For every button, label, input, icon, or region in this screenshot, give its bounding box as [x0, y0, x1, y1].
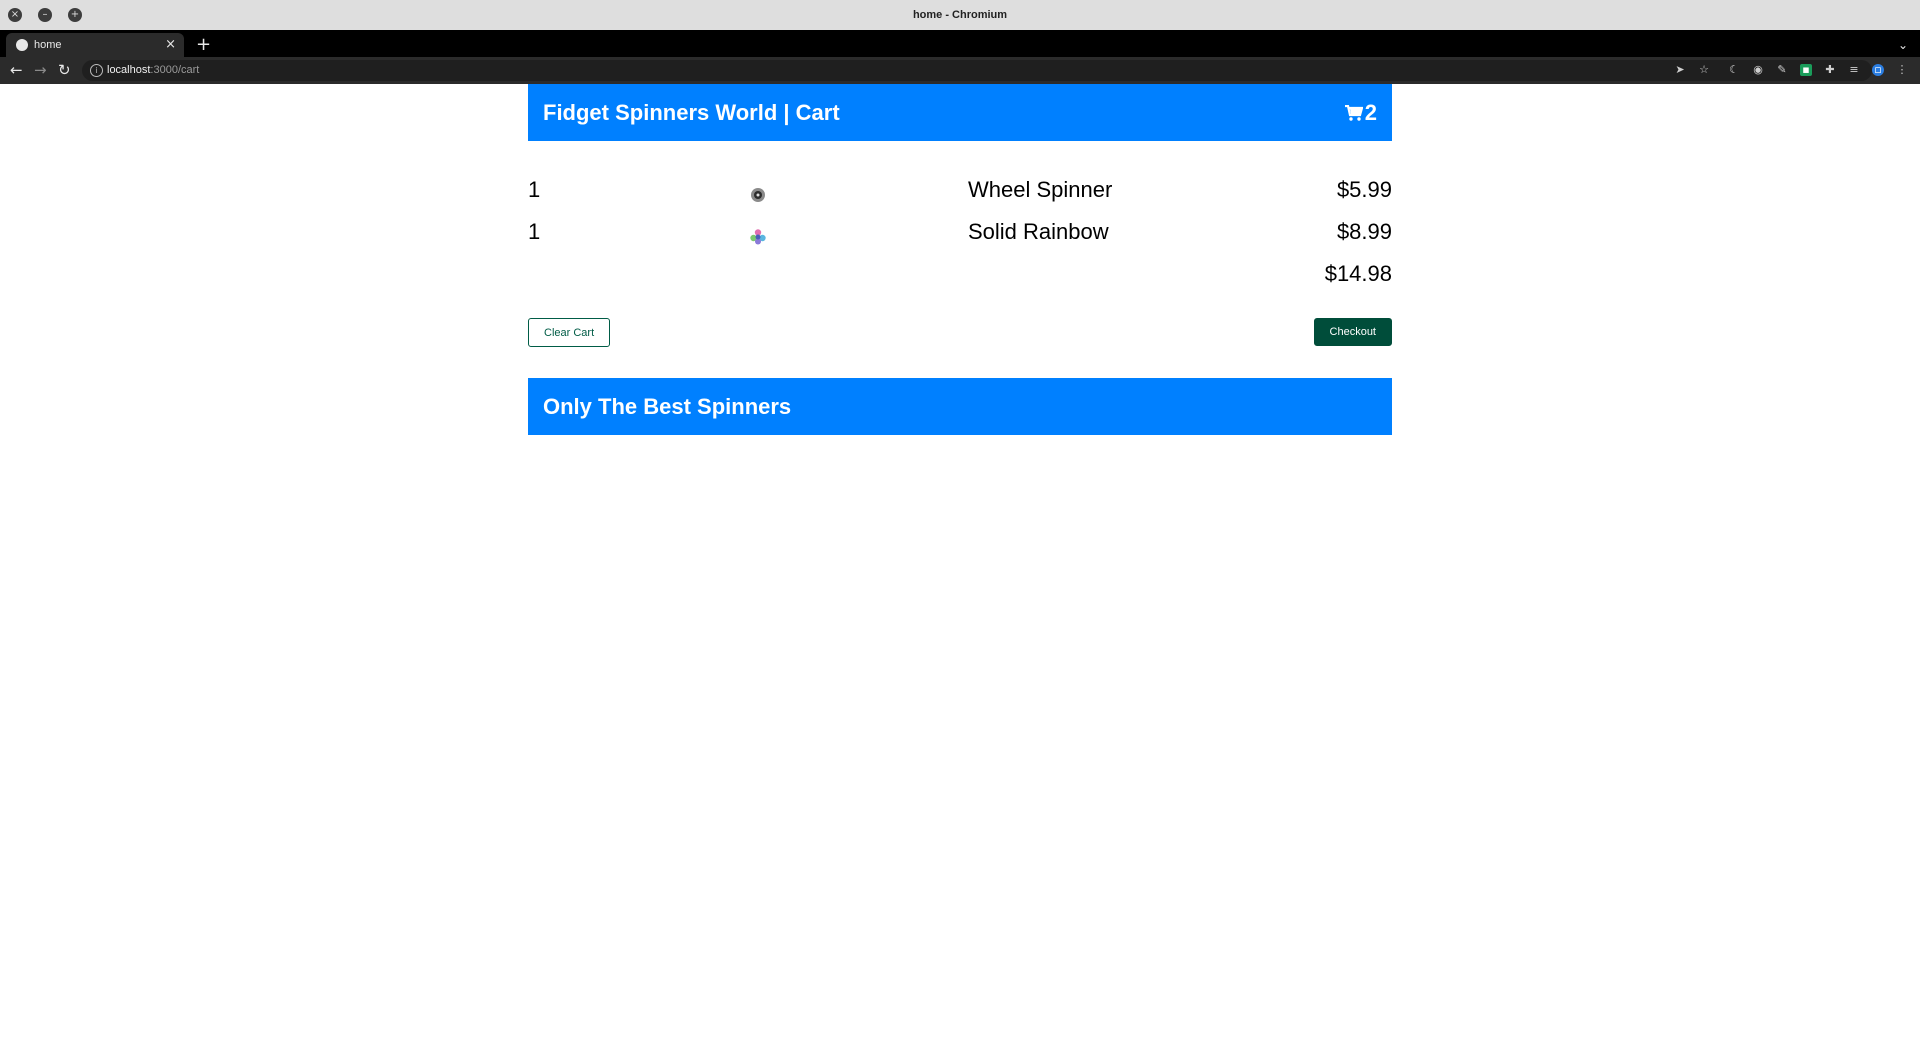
- item-price: $5.99: [1336, 177, 1392, 202]
- cart-icon: [1344, 104, 1363, 121]
- url-host: localhost: [107, 64, 151, 76]
- item-name: Wheel Spinner: [968, 177, 1113, 202]
- profile-avatar-icon[interactable]: ▫: [1872, 64, 1884, 76]
- cart-indicator[interactable]: 2: [1344, 84, 1377, 141]
- clear-cart-button[interactable]: Clear Cart: [528, 318, 611, 347]
- url-path: :3000/cart: [150, 64, 200, 76]
- url-text[interactable]: localhost:3000/cart: [107, 60, 199, 81]
- cart-total-row: $14.98: [528, 253, 1392, 295]
- cart-actions: Clear Cart Checkout: [528, 318, 1392, 348]
- page-title: Fidget Spinners World | Cart: [543, 100, 840, 125]
- extension-circle-icon[interactable]: ◉: [1752, 64, 1764, 76]
- address-bar[interactable]: i localhost:3000/cart: [82, 60, 1872, 81]
- site-info-icon[interactable]: i: [90, 64, 103, 77]
- item-name: Solid Rainbow: [968, 219, 1109, 244]
- wheel-spinner-image: [751, 188, 765, 202]
- footer-title: Only The Best Spinners: [543, 394, 792, 419]
- window-titlebar: × – + home - Chromium: [0, 0, 1920, 30]
- item-quantity: 1: [528, 219, 541, 244]
- rainbow-spinner-image: [750, 229, 766, 245]
- cart-item-row: 1 Wheel Spinner $5.99: [528, 169, 1392, 211]
- forward-button[interactable]: →: [34, 57, 47, 84]
- cart-count: 2: [1364, 100, 1377, 125]
- tab-home[interactable]: home ×: [6, 33, 184, 57]
- checkout-button[interactable]: Checkout: [1313, 318, 1392, 346]
- bookmark-star-icon[interactable]: ☆: [1698, 64, 1710, 76]
- send-tab-icon[interactable]: ➤: [1674, 64, 1686, 76]
- extension-moon-icon[interactable]: ☾: [1728, 64, 1740, 76]
- cart-item-row: 1 Solid Rainbow $8.99: [528, 211, 1392, 253]
- tab-strip: home × + ⌄: [0, 30, 1920, 57]
- reading-list-icon[interactable]: ≡: [1848, 64, 1860, 76]
- footer-banner: Only The Best Spinners: [528, 378, 1392, 435]
- item-price: $8.99: [1336, 219, 1392, 244]
- globe-icon: [16, 39, 28, 51]
- cart-total: $14.98: [1324, 261, 1392, 286]
- extensions-puzzle-icon[interactable]: ✚: [1824, 64, 1836, 76]
- browser-menu-icon[interactable]: ⋮: [1896, 64, 1908, 76]
- cart-items-list: 1 Wheel Spinner $5.99 1 Solid Rainbow $8…: [528, 169, 1392, 295]
- tab-close-icon[interactable]: ×: [165, 33, 176, 57]
- tab-title: home: [34, 39, 62, 51]
- extension-pen-icon[interactable]: ✎: [1776, 64, 1788, 76]
- window-title: home - Chromium: [912, 9, 1008, 21]
- extension-green-icon[interactable]: ▪: [1800, 64, 1812, 76]
- tab-search-chevron-icon[interactable]: ⌄: [1898, 33, 1908, 57]
- new-tab-button[interactable]: +: [196, 33, 211, 57]
- browser-toolbar: ← → ↻ i localhost:3000/cart: [0, 57, 1920, 84]
- reload-button[interactable]: ↻: [58, 57, 71, 84]
- page-container: Fidget Spinners World | Cart 2 1 Wheel S…: [528, 84, 1392, 435]
- item-quantity: 1: [528, 177, 541, 202]
- header-banner: Fidget Spinners World | Cart 2: [528, 84, 1392, 141]
- back-button[interactable]: ←: [10, 57, 23, 84]
